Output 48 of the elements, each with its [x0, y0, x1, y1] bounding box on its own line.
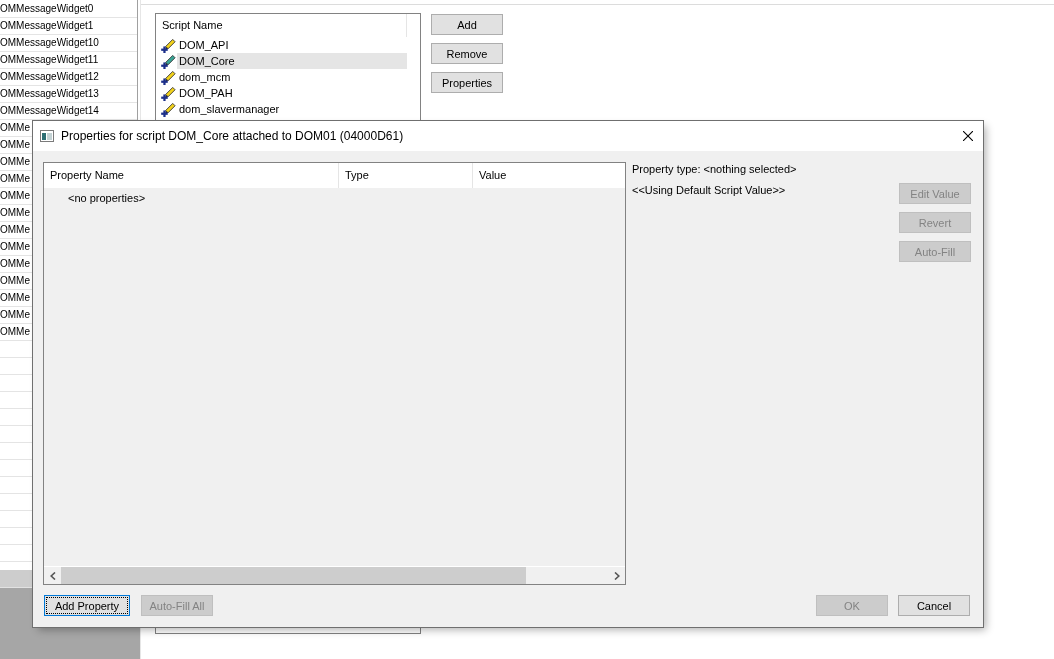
list-item[interactable]: OMMe — [0, 172, 30, 186]
pencil-plus-icon — [161, 101, 176, 117]
chevron-right-icon[interactable] — [613, 571, 620, 580]
chevron-left-icon[interactable] — [49, 571, 56, 580]
list-item[interactable]: DOM_PAH — [177, 85, 407, 101]
list-item[interactable]: OMMe — [0, 240, 30, 254]
list-item[interactable]: DOM_Core — [177, 53, 407, 69]
list-item[interactable]: OMMessageWidget1 — [0, 19, 94, 33]
list-item[interactable]: OMMe — [0, 206, 30, 220]
list-item[interactable]: OMMessageWidget11 — [0, 53, 99, 67]
list-item[interactable]: OMMe — [0, 189, 30, 203]
column-header[interactable]: Type — [339, 163, 473, 188]
column-header[interactable]: Property Name — [44, 163, 339, 188]
list-item[interactable]: OMMessageWidget0 — [0, 2, 94, 16]
list-item[interactable]: OMMessageWidget14 — [0, 104, 99, 118]
column-header[interactable]: Value — [473, 163, 625, 188]
scrollbar-thumb[interactable] — [61, 567, 526, 584]
list-item[interactable]: OMMessageWidget13 — [0, 87, 99, 101]
empty-list-message: <no properties> — [68, 192, 146, 204]
list-item[interactable]: OMMe — [0, 325, 30, 339]
list-item[interactable]: OMMe — [0, 257, 30, 271]
push-button[interactable]: Add Property — [44, 595, 130, 616]
list-item[interactable]: OMMe — [0, 121, 30, 135]
push-button[interactable]: Remove — [431, 43, 503, 64]
window-title: Properties for script DOM_Core attached to DOM01 (04000D61) — [61, 129, 404, 143]
pencil-plus-icon — [161, 53, 176, 69]
push-button[interactable]: Add — [431, 14, 503, 35]
push-button[interactable]: Cancel — [898, 595, 970, 616]
list-item[interactable]: OMMe — [0, 138, 30, 152]
close-icon[interactable] — [963, 131, 973, 141]
list-item[interactable]: OMMessageWidget10 — [0, 36, 99, 50]
pencil-plus-icon — [161, 85, 176, 101]
list-item[interactable]: OMMe — [0, 155, 30, 169]
pencil-plus-icon — [161, 69, 176, 85]
list-item[interactable]: OMMe — [0, 291, 30, 305]
pencil-plus-icon — [161, 37, 176, 53]
property-type-label: Property type: <nothing selected> — [632, 162, 798, 176]
list-item[interactable]: DOM_API — [177, 37, 407, 53]
list-item[interactable]: dom_slavermanager — [177, 101, 407, 117]
push-button[interactable]: Properties — [431, 72, 503, 93]
list-item[interactable]: dom_mcm — [177, 69, 407, 85]
column-header[interactable]: Script Name — [156, 14, 407, 37]
window-icon — [40, 130, 54, 142]
list-item[interactable]: OMMe — [0, 223, 30, 237]
default-value-note: <<Using Default Script Value>> — [632, 183, 787, 197]
list-item[interactable]: OMMessageWidget12 — [0, 70, 99, 84]
list-item[interactable]: OMMe — [0, 308, 30, 322]
list-item[interactable]: OMMe — [0, 274, 30, 288]
